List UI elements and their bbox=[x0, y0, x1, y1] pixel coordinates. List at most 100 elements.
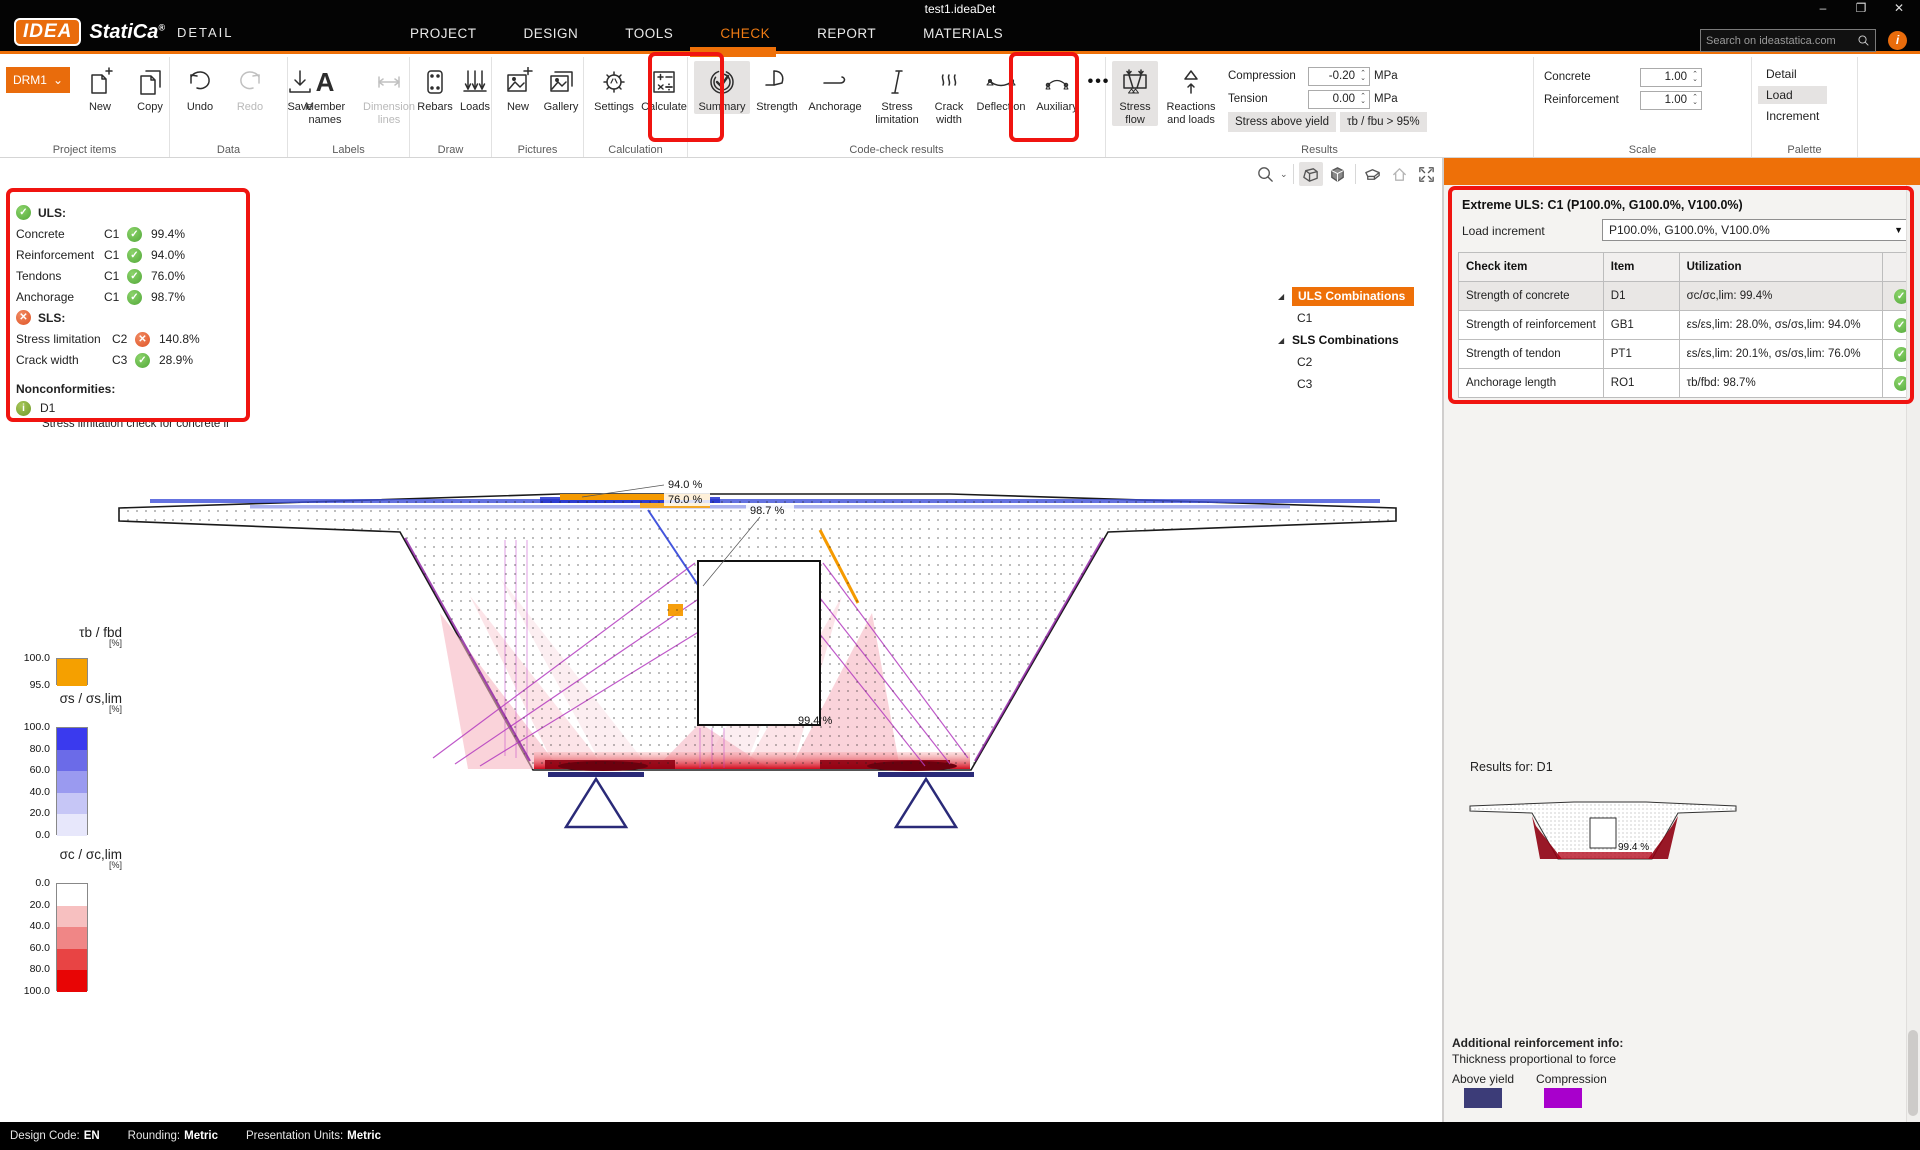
crack-width-button[interactable]: Crack width bbox=[928, 61, 970, 126]
stress-limitation-button[interactable]: Stress limitation bbox=[868, 61, 926, 126]
menu-check[interactable]: CHECK bbox=[720, 26, 770, 41]
gear-icon bbox=[599, 64, 629, 100]
table-header-row: Check item Item Utilization bbox=[1459, 253, 1920, 282]
concrete-scale-label: Concrete bbox=[1544, 71, 1636, 83]
above-yield-label: Above yield bbox=[1452, 1072, 1514, 1086]
nonconformity-item[interactable]: iD1 bbox=[16, 398, 238, 418]
summary-row-reinforcement[interactable]: ReinforcementC1✓94.0% bbox=[16, 244, 238, 265]
info-icon[interactable]: i bbox=[1888, 31, 1907, 50]
new-project-item-button[interactable]: New bbox=[76, 61, 124, 114]
zoom-dropdown-chevron-icon[interactable]: ⌄ bbox=[1280, 169, 1288, 180]
new-picture-button[interactable]: New bbox=[498, 61, 538, 114]
calculate-button[interactable]: Calculate bbox=[640, 61, 688, 114]
menu-tools[interactable]: TOOLS bbox=[625, 26, 673, 41]
tree-node-uls-combinations[interactable]: ◢ ULS Combinations bbox=[1278, 286, 1438, 306]
summary-button[interactable]: Summary bbox=[694, 61, 750, 114]
viewport-toolbar: ⌄ bbox=[1253, 162, 1439, 186]
maximize-button[interactable]: ❐ bbox=[1846, 0, 1876, 18]
copy-project-item-button[interactable]: Copy bbox=[126, 61, 174, 114]
spinner-icon[interactable]: ⌃⌄ bbox=[1689, 72, 1701, 82]
compression-field[interactable]: -0.20 ⌃⌄ bbox=[1308, 67, 1370, 86]
ribbon-group-labels: A Member names Dimension lines Labels bbox=[288, 57, 410, 157]
annotation-94: 94.0 % bbox=[668, 479, 702, 491]
search-box[interactable] bbox=[1700, 29, 1876, 52]
group-label-calculation: Calculation bbox=[584, 144, 687, 156]
ribbon-group-results: Stress flow Reactions and loads Compress… bbox=[1106, 57, 1534, 157]
spinner-icon[interactable]: ⌃⌄ bbox=[1689, 95, 1701, 105]
wireframe-view-button[interactable] bbox=[1299, 162, 1323, 186]
concrete-scale-field[interactable]: 1.00 ⌃⌄ bbox=[1640, 68, 1702, 87]
group-label-palette: Palette bbox=[1752, 144, 1857, 156]
spinner-icon[interactable]: ⌃⌄ bbox=[1357, 94, 1369, 104]
solid-view-button[interactable] bbox=[1326, 162, 1350, 186]
summary-row-concrete[interactable]: ConcreteC1✓99.4% bbox=[16, 223, 238, 244]
undo-button[interactable]: Undo bbox=[176, 61, 224, 114]
app-logo: IDEA StatiCa® DETAIL bbox=[14, 18, 234, 46]
table-row[interactable]: Strength of tendon PT1 εs/εs,lim: 20.1%,… bbox=[1459, 340, 1920, 369]
tree-item-c3[interactable]: C3 bbox=[1278, 374, 1438, 394]
clip-view-button[interactable] bbox=[1361, 162, 1385, 186]
pass-icon: ✓ bbox=[135, 353, 150, 368]
idea-logo: IDEA bbox=[14, 18, 81, 46]
stress-above-yield-toggle[interactable]: Stress above yield bbox=[1228, 112, 1336, 132]
rebars-button[interactable]: Rebars bbox=[416, 61, 454, 114]
search-icon bbox=[1857, 34, 1870, 47]
reinforcement-scale-field[interactable]: 1.00 ⌃⌄ bbox=[1640, 91, 1702, 110]
tree-item-c2[interactable]: C2 bbox=[1278, 352, 1438, 372]
load-increment-dropdown[interactable]: P100.0%, G100.0%, V100.0% ▼ bbox=[1602, 219, 1910, 241]
spinner-icon[interactable]: ⌃⌄ bbox=[1357, 71, 1369, 81]
stress-flow-button[interactable]: Stress flow bbox=[1112, 61, 1158, 126]
palette-detail-button[interactable]: Detail bbox=[1758, 65, 1827, 83]
panel-scrollbar[interactable] bbox=[1906, 185, 1920, 1122]
chevron-down-icon: ⌄ bbox=[53, 73, 63, 87]
settings-button[interactable]: Settings bbox=[590, 61, 638, 114]
summary-row-anchorage[interactable]: AnchorageC1✓98.7% bbox=[16, 286, 238, 307]
pass-icon: ✓ bbox=[16, 205, 31, 220]
table-row[interactable]: Anchorage length RO1 τb/fbd: 98.7% ✓ bbox=[1459, 369, 1920, 398]
palette-load-button[interactable]: Load bbox=[1758, 86, 1827, 104]
menu-report[interactable]: REPORT bbox=[817, 26, 876, 41]
palette-increment-button[interactable]: Increment bbox=[1758, 107, 1827, 125]
zoom-tool-button[interactable] bbox=[1253, 162, 1277, 186]
close-button[interactable]: ✕ bbox=[1884, 0, 1914, 18]
summary-row-tendons[interactable]: TendonsC1✓76.0% bbox=[16, 265, 238, 286]
menu-materials[interactable]: MATERIALS bbox=[923, 26, 1003, 41]
detail-member-dropdown[interactable]: DRM1⌄ bbox=[6, 67, 70, 93]
expander-icon[interactable]: ◢ bbox=[1278, 336, 1292, 345]
deflection-button[interactable]: Deflection bbox=[972, 61, 1030, 114]
home-view-button[interactable] bbox=[1388, 162, 1412, 186]
main-viewport[interactable]: 94.0 % 76.0 % 98.7 % 99.4 % ⌄ ✓ULS: Conc… bbox=[0, 158, 1442, 1122]
check-results-table: Check item Item Utilization Strength of … bbox=[1458, 252, 1920, 398]
new-picture-icon bbox=[503, 64, 533, 100]
table-row[interactable]: Strength of reinforcement GB1 εs/εs,lim:… bbox=[1459, 311, 1920, 340]
tb-fbu-toggle[interactable]: τb / fbu > 95% bbox=[1340, 112, 1427, 132]
member-names-button[interactable]: A Member names bbox=[294, 61, 356, 126]
compression-label: Compression bbox=[1228, 70, 1304, 82]
menu-design[interactable]: DESIGN bbox=[524, 26, 579, 41]
search-input[interactable] bbox=[1706, 35, 1853, 47]
loads-icon bbox=[460, 64, 490, 100]
summary-row-crack-width[interactable]: Crack widthC3✓28.9% bbox=[16, 349, 238, 370]
strength-button[interactable]: Strength bbox=[752, 61, 802, 114]
stress-limitation-icon bbox=[882, 64, 912, 100]
tree-node-sls-combinations[interactable]: ◢ SLS Combinations bbox=[1278, 330, 1438, 350]
anchorage-button[interactable]: Anchorage bbox=[804, 61, 866, 114]
expander-icon[interactable]: ◢ bbox=[1278, 292, 1292, 301]
tree-item-c1[interactable]: C1 bbox=[1278, 308, 1438, 328]
scrollbar-thumb[interactable] bbox=[1908, 1030, 1918, 1116]
app-header: test1.ideaDet – ❐ ✕ IDEA StatiCa® DETAIL… bbox=[0, 0, 1920, 54]
tension-field[interactable]: 0.00 ⌃⌄ bbox=[1308, 90, 1370, 109]
auxiliary-button[interactable]: Auxiliary bbox=[1032, 61, 1082, 114]
design-code-status: Design Code:EN bbox=[10, 1130, 100, 1142]
minimize-button[interactable]: – bbox=[1808, 0, 1838, 18]
loads-button[interactable]: Loads bbox=[456, 61, 494, 114]
ribbon-group-pictures: New Gallery Pictures bbox=[492, 57, 584, 157]
redo-button[interactable]: Redo bbox=[226, 61, 274, 114]
reactions-loads-button[interactable]: Reactions and loads bbox=[1160, 61, 1222, 126]
table-row[interactable]: Strength of concrete D1 σc/σc,lim: 99.4%… bbox=[1459, 282, 1920, 311]
ribbon-group-data: Undo Redo Save Data bbox=[170, 57, 288, 157]
menu-project[interactable]: PROJECT bbox=[410, 26, 477, 41]
gallery-button[interactable]: Gallery bbox=[540, 61, 582, 114]
summary-row-stress-limitation[interactable]: Stress limitationC2✕140.8% bbox=[16, 328, 238, 349]
fit-view-button[interactable] bbox=[1415, 162, 1439, 186]
